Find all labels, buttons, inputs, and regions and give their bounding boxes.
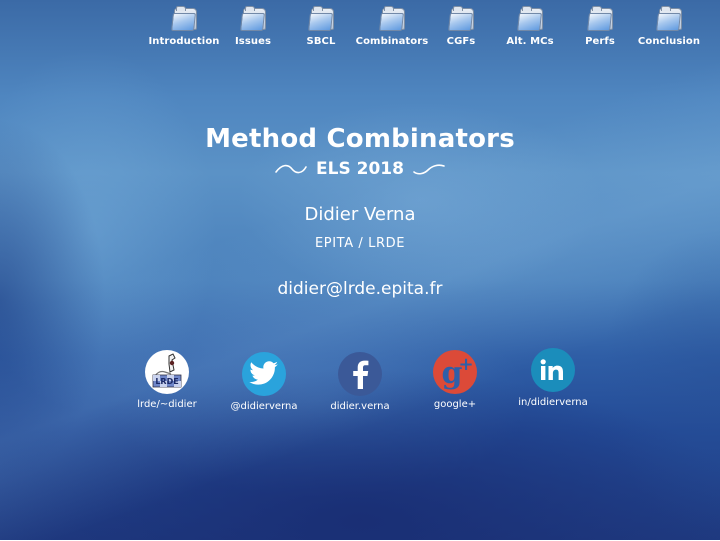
svg-text:+: + xyxy=(458,354,473,375)
social-link-facebook[interactable]: didier.verna xyxy=(326,352,394,412)
right-swash-ornament-icon xyxy=(413,164,445,175)
slide: Introduction Issues SBCL Combinators CGF… xyxy=(0,0,720,540)
social-links: LRDE lrde/~didier @didierverna didier.ve… xyxy=(0,348,720,420)
nav-item-issues[interactable]: Issues xyxy=(233,6,273,47)
nav-item-combinators[interactable]: Combinators xyxy=(355,6,429,47)
nav-label: Perfs xyxy=(585,36,615,47)
social-label: @didierverna xyxy=(230,401,298,412)
social-label: in/didierverna xyxy=(518,397,588,408)
folder-icon xyxy=(586,6,614,32)
nav-label: Conclusion xyxy=(637,36,701,47)
folder-icon xyxy=(447,6,475,32)
social-link-google-plus[interactable]: g + google+ xyxy=(424,350,486,410)
folder-icon xyxy=(516,6,544,32)
nav-item-introduction[interactable]: Introduction xyxy=(148,6,220,47)
conference-name: ELS 2018 xyxy=(316,159,404,179)
folder-icon xyxy=(239,6,267,32)
presentation-title: Method Combinators xyxy=(205,124,515,154)
nav-label: Issues xyxy=(234,36,272,47)
social-label: didier.verna xyxy=(330,401,390,412)
social-link-linkedin[interactable]: in/didierverna xyxy=(512,348,594,408)
folder-icon xyxy=(378,6,406,32)
folder-icon xyxy=(655,6,683,32)
nav-item-alt-mcs[interactable]: Alt. MCs xyxy=(504,6,556,47)
presentation-subtitle: ELS 2018 xyxy=(0,159,720,179)
folder-icon xyxy=(170,6,198,32)
section-navigation: Introduction Issues SBCL Combinators CGF… xyxy=(0,6,720,52)
nav-label: SBCL xyxy=(306,36,336,47)
nav-label: Alt. MCs xyxy=(506,36,554,47)
svg-text:LRDE: LRDE xyxy=(155,377,178,386)
linkedin-icon xyxy=(531,348,575,392)
nav-label: CGFs xyxy=(446,36,476,47)
left-swash-ornament-icon xyxy=(275,164,307,174)
author-email[interactable]: didier@lrde.epita.fr xyxy=(0,279,720,299)
nav-label: Combinators xyxy=(355,36,429,47)
social-label: google+ xyxy=(433,399,477,410)
nav-item-cgfs[interactable]: CGFs xyxy=(444,6,478,47)
nav-label: Introduction xyxy=(148,36,220,47)
folder-icon xyxy=(307,6,335,32)
social-link-lrde[interactable]: LRDE lrde/~didier xyxy=(132,350,202,410)
social-label: lrde/~didier xyxy=(137,399,197,410)
lrde-icon: LRDE xyxy=(145,350,189,394)
facebook-icon xyxy=(338,352,382,396)
nav-item-conclusion[interactable]: Conclusion xyxy=(638,6,700,47)
nav-item-sbcl[interactable]: SBCL xyxy=(303,6,339,47)
social-link-twitter[interactable]: @didierverna xyxy=(227,352,301,412)
google-plus-icon: g + xyxy=(433,350,477,394)
author-affiliation: EPITA / LRDE xyxy=(314,236,406,251)
twitter-icon xyxy=(242,352,286,396)
author-name: Didier Verna xyxy=(304,204,416,225)
nav-item-perfs[interactable]: Perfs xyxy=(583,6,617,47)
